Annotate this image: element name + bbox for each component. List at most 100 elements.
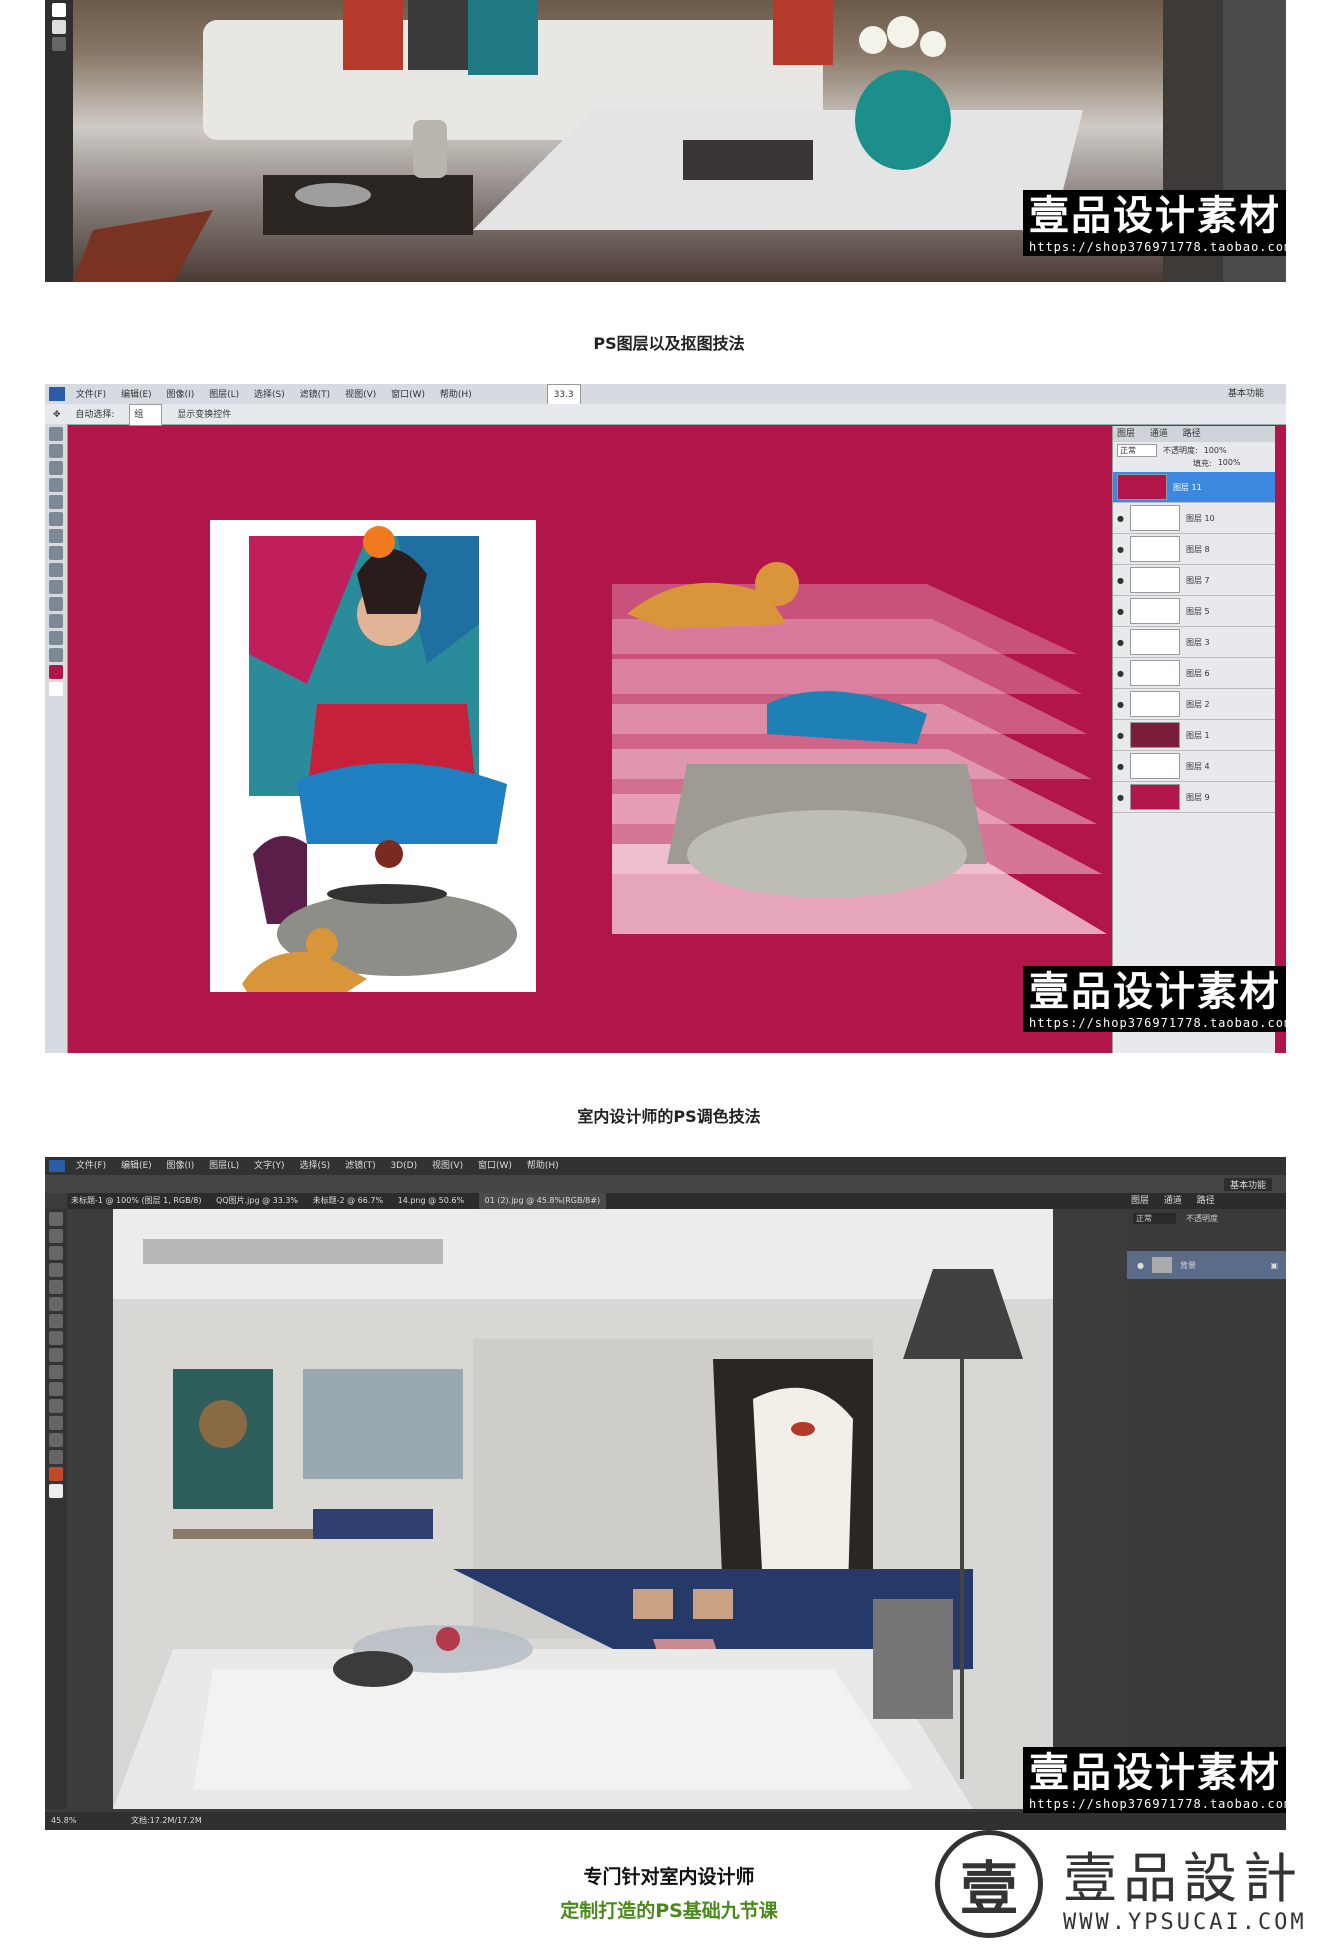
layer-row[interactable]: ● 图层 7 bbox=[1113, 565, 1275, 596]
blend-mode-select[interactable]: 正常 bbox=[1133, 1212, 1176, 1224]
workspace-label[interactable]: 基本功能 bbox=[1223, 1178, 1272, 1191]
menu-type[interactable]: 文字(Y) bbox=[254, 1157, 285, 1175]
menu-image[interactable]: 图像(I) bbox=[167, 1157, 195, 1175]
pen-icon[interactable] bbox=[49, 597, 63, 611]
clone-stamp-icon[interactable] bbox=[49, 1348, 63, 1362]
move-tool-icon[interactable]: ✥ bbox=[53, 405, 61, 425]
eye-icon[interactable]: ● bbox=[1117, 607, 1124, 616]
eye-icon[interactable]: ● bbox=[1117, 638, 1124, 647]
marquee-icon[interactable] bbox=[49, 1229, 63, 1243]
layer-row[interactable]: ● 图层 5 bbox=[1113, 596, 1275, 627]
menu-edit[interactable]: 编辑(E) bbox=[121, 1157, 152, 1175]
eyedropper-icon[interactable] bbox=[49, 512, 63, 526]
menu-help[interactable]: 帮助(H) bbox=[527, 1157, 559, 1175]
doc-tab[interactable]: 未标题-2 @ 66.7% bbox=[313, 1193, 383, 1209]
layer-row[interactable]: 图层 11 bbox=[1113, 472, 1275, 503]
menu-select[interactable]: 选择(S) bbox=[299, 1157, 330, 1175]
zoom-status[interactable]: 45.8% bbox=[51, 1812, 76, 1830]
menu-image[interactable]: 图像(I) bbox=[167, 385, 195, 405]
tab-channels[interactable]: 通道 bbox=[1150, 426, 1168, 442]
zoom-select[interactable]: 33.3 bbox=[546, 384, 581, 406]
menu-3d[interactable]: 3D(D) bbox=[390, 1157, 417, 1175]
menu-view[interactable]: 视图(V) bbox=[345, 385, 376, 405]
quick-mask-icon[interactable] bbox=[52, 37, 66, 51]
quick-select-icon[interactable] bbox=[49, 1263, 63, 1277]
eye-icon[interactable]: ● bbox=[1117, 700, 1124, 709]
eye-icon[interactable]: ● bbox=[1117, 731, 1124, 740]
crop-icon[interactable] bbox=[49, 495, 63, 509]
auto-select-dropdown[interactable]: 组 bbox=[129, 404, 163, 426]
eyedropper-icon[interactable] bbox=[49, 1297, 63, 1311]
layer-row[interactable]: ● 图层 6 bbox=[1113, 658, 1275, 689]
marquee-icon[interactable] bbox=[49, 444, 63, 458]
doc-tab[interactable]: 未标题-1 @ 100% (图层 1, RGB/8) bbox=[71, 1193, 201, 1209]
eye-icon[interactable]: ● bbox=[1137, 1261, 1144, 1270]
hand-icon[interactable] bbox=[49, 1433, 63, 1447]
eye-icon[interactable]: ● bbox=[1117, 545, 1124, 554]
opacity-value[interactable]: 100% bbox=[1204, 446, 1227, 455]
foreground-color-swatch[interactable] bbox=[49, 665, 63, 679]
move-icon[interactable] bbox=[49, 427, 63, 441]
menu-layer[interactable]: 图层(L) bbox=[209, 1157, 239, 1175]
eye-icon[interactable]: ● bbox=[1117, 762, 1124, 771]
doc-tab[interactable]: 14.png @ 50.6% bbox=[398, 1193, 464, 1209]
background-color-swatch[interactable] bbox=[52, 20, 66, 34]
clone-stamp-icon[interactable] bbox=[49, 546, 63, 560]
layer-row[interactable]: ● 图层 9 bbox=[1113, 782, 1275, 813]
layer-row[interactable]: ● 图层 2 bbox=[1113, 689, 1275, 720]
menu-edit[interactable]: 编辑(E) bbox=[121, 385, 152, 405]
gradient-icon[interactable] bbox=[49, 1382, 63, 1396]
menu-help[interactable]: 帮助(H) bbox=[440, 385, 472, 405]
layer-row[interactable]: ● 图层 10 bbox=[1113, 503, 1275, 534]
layer-row-background[interactable]: ● 背景 ▣ bbox=[1127, 1251, 1286, 1279]
doc-tab[interactable]: QQ图片.jpg @ 33.3% bbox=[216, 1193, 298, 1209]
crop-icon[interactable] bbox=[49, 1280, 63, 1294]
move-icon[interactable] bbox=[49, 1212, 63, 1226]
layer-row[interactable]: ● 图层 1 bbox=[1113, 720, 1275, 751]
healing-icon[interactable] bbox=[49, 1314, 63, 1328]
background-color-swatch[interactable] bbox=[49, 1484, 63, 1498]
menu-window[interactable]: 窗口(W) bbox=[478, 1157, 512, 1175]
doc-tab-active[interactable]: 01 (2).jpg @ 45.8%(RGB/8#) bbox=[478, 1193, 607, 1209]
brush-icon[interactable] bbox=[49, 1331, 63, 1345]
tab-paths[interactable]: 路径 bbox=[1197, 1193, 1215, 1209]
pen-icon[interactable] bbox=[49, 1399, 63, 1413]
foreground-color-swatch[interactable] bbox=[52, 3, 66, 17]
background-color-swatch[interactable] bbox=[49, 682, 63, 696]
workspace-label[interactable]: 基本功能 bbox=[1228, 384, 1264, 404]
brush-icon[interactable] bbox=[49, 529, 63, 543]
tab-paths[interactable]: 路径 bbox=[1183, 426, 1201, 442]
menu-select[interactable]: 选择(S) bbox=[254, 385, 285, 405]
zoom-icon[interactable] bbox=[49, 648, 63, 662]
tab-layers[interactable]: 图层 bbox=[1117, 426, 1135, 442]
auto-select-label[interactable]: 自动选择: bbox=[75, 405, 114, 425]
menu-window[interactable]: 窗口(W) bbox=[391, 385, 425, 405]
lasso-icon[interactable] bbox=[49, 1246, 63, 1260]
magic-wand-icon[interactable] bbox=[49, 478, 63, 492]
show-transform-checkbox[interactable]: 显示变换控件 bbox=[177, 405, 231, 425]
zoom-icon[interactable] bbox=[49, 1450, 63, 1464]
hand-icon[interactable] bbox=[49, 631, 63, 645]
blend-mode-select[interactable]: 正常 bbox=[1117, 443, 1157, 457]
eye-icon[interactable]: ● bbox=[1117, 793, 1124, 802]
fill-value[interactable]: 100% bbox=[1218, 458, 1241, 472]
eye-icon[interactable]: ● bbox=[1117, 576, 1124, 585]
gradient-icon[interactable] bbox=[49, 580, 63, 594]
lasso-icon[interactable] bbox=[49, 461, 63, 475]
eye-icon[interactable]: ● bbox=[1117, 514, 1124, 523]
menu-file[interactable]: 文件(F) bbox=[76, 385, 106, 405]
menu-view[interactable]: 视图(V) bbox=[432, 1157, 463, 1175]
text-icon[interactable] bbox=[49, 1416, 63, 1430]
menu-filter[interactable]: 滤镜(T) bbox=[300, 385, 331, 405]
menu-layer[interactable]: 图层(L) bbox=[209, 385, 239, 405]
tab-channels[interactable]: 通道 bbox=[1164, 1193, 1182, 1209]
layer-row[interactable]: ● 图层 8 bbox=[1113, 534, 1275, 565]
eraser-icon[interactable] bbox=[49, 1365, 63, 1379]
layer-row[interactable]: ● 图层 3 bbox=[1113, 627, 1275, 658]
menu-file[interactable]: 文件(F) bbox=[76, 1157, 106, 1175]
eye-icon[interactable]: ● bbox=[1117, 669, 1124, 678]
text-icon[interactable] bbox=[49, 614, 63, 628]
eraser-icon[interactable] bbox=[49, 563, 63, 577]
foreground-color-swatch[interactable] bbox=[49, 1467, 63, 1481]
menu-filter[interactable]: 滤镜(T) bbox=[345, 1157, 376, 1175]
